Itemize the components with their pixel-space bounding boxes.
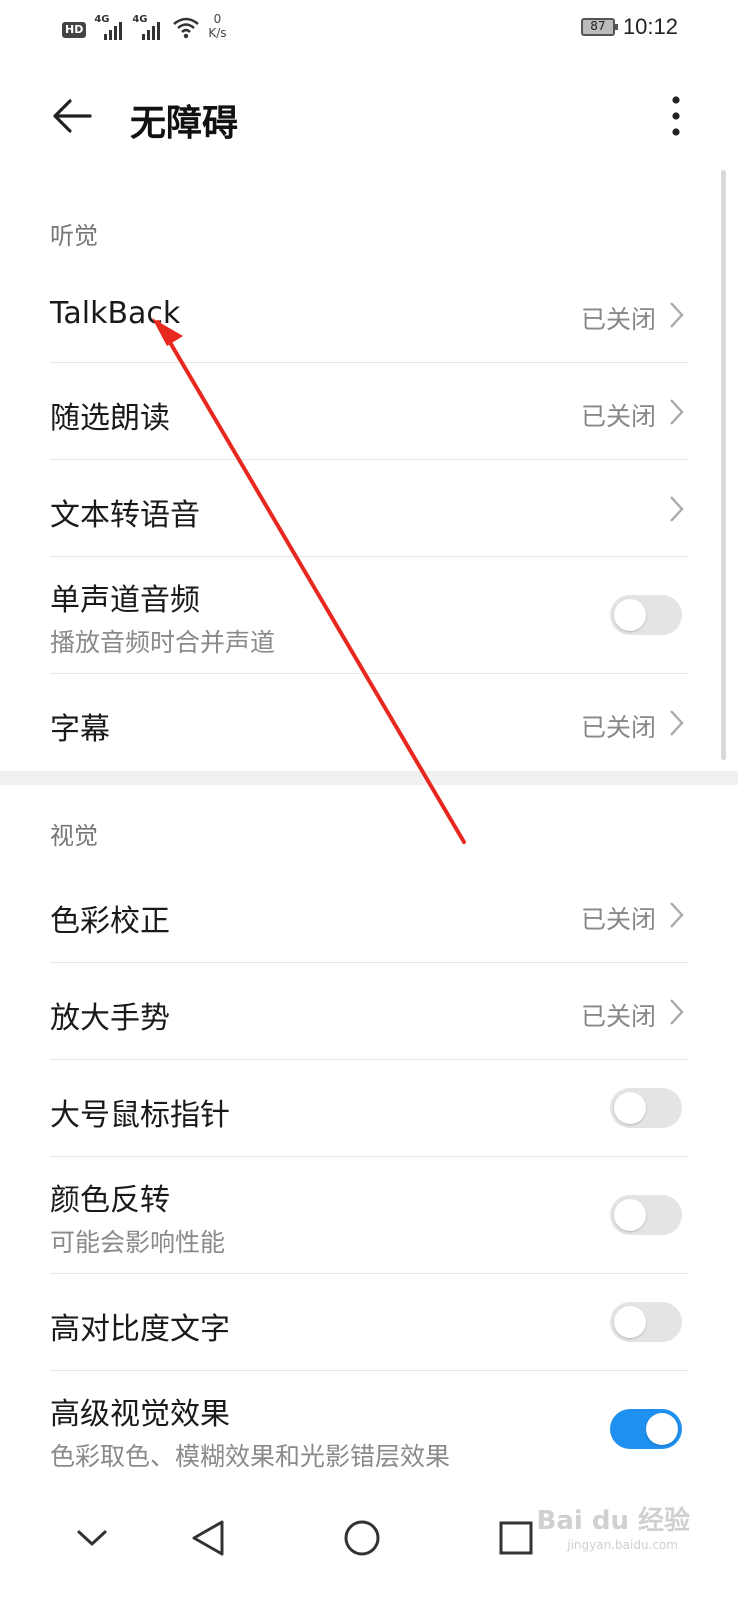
large-pointer-toggle[interactable] [610, 1088, 682, 1128]
setting-large-pointer: 大号鼠标指针 [50, 1060, 688, 1157]
toggle-knob [614, 1199, 646, 1231]
setting-label: TalkBack [50, 296, 181, 331]
setting-magnification-gesture[interactable]: 放大手势 已关闭 [50, 963, 688, 1060]
status-bar: HD 4G 4G 0 K/s 87 10:12 [0, 0, 738, 60]
setting-label: 文本转语音 [50, 498, 200, 533]
setting-color-correction[interactable]: 色彩校正 已关闭 [50, 866, 688, 963]
color-inversion-toggle[interactable] [610, 1195, 682, 1235]
setting-subtitle: 播放音频时合并声道 [50, 628, 276, 657]
toggle-knob [614, 599, 646, 631]
section-title-hearing: 听觉 [50, 222, 98, 250]
net-speed-unit: K/s [208, 26, 227, 40]
chevron-right-icon [670, 902, 684, 928]
back-triangle-icon[interactable] [178, 1508, 238, 1568]
setting-label: 大号鼠标指针 [50, 1098, 230, 1133]
setting-subtitle: 可能会影响性能 [50, 1228, 226, 1257]
advanced-visual-effects-toggle[interactable] [610, 1409, 682, 1449]
watermark-url: jingyan.baidu.com [567, 1538, 678, 1552]
signal-icon-2: 4G [132, 14, 162, 40]
signal-icon: 4G [94, 14, 124, 40]
page-title: 无障碍 [130, 103, 239, 144]
setting-text-to-speech[interactable]: 文本转语音 [50, 460, 688, 557]
setting-subtitle: 色彩取色、模糊效果和光影错层效果 [50, 1442, 451, 1471]
toggle-knob [646, 1413, 678, 1445]
setting-value: 已关闭 [580, 713, 656, 742]
arrow-left-icon[interactable] [48, 92, 96, 140]
app-bar: 无障碍 [0, 80, 738, 152]
hd-icon: HD [62, 22, 87, 38]
setting-label: 高级视觉效果 [50, 1397, 230, 1432]
setting-talkback[interactable]: TalkBack 已关闭 [50, 266, 688, 363]
setting-label: 放大手势 [50, 1001, 170, 1036]
setting-value: 已关闭 [580, 905, 656, 934]
chevron-right-icon [670, 496, 684, 522]
clock: 10:12 [622, 14, 678, 39]
battery-icon: 87 [580, 18, 618, 36]
high-contrast-toggle[interactable] [610, 1302, 682, 1342]
setting-value: 已关闭 [580, 305, 656, 334]
chevron-down-icon[interactable] [62, 1508, 122, 1568]
setting-label: 色彩校正 [50, 904, 170, 939]
battery-level: 87 [590, 19, 606, 33]
setting-value: 已关闭 [580, 1002, 656, 1031]
setting-select-to-speak[interactable]: 随选朗读 已关闭 [50, 363, 688, 460]
setting-label: 单声道音频 [50, 583, 200, 618]
net-speed-value: 0 [213, 12, 222, 26]
section-title-vision: 视觉 [50, 822, 98, 850]
setting-label: 高对比度文字 [50, 1312, 230, 1347]
chevron-right-icon [670, 399, 684, 425]
setting-captions[interactable]: 字幕 已关闭 [50, 674, 688, 771]
setting-label: 随选朗读 [50, 401, 170, 436]
setting-advanced-visual-effects: 高级视觉效果 色彩取色、模糊效果和光影错层效果 [50, 1371, 688, 1488]
scrollbar[interactable] [721, 170, 726, 760]
setting-label: 颜色反转 [50, 1183, 170, 1218]
wifi-icon [173, 17, 200, 39]
section-separator [0, 771, 738, 785]
toggle-knob [614, 1306, 646, 1338]
mono-audio-toggle[interactable] [610, 595, 682, 635]
home-circle-icon[interactable] [332, 1508, 392, 1568]
net-speed: 0 K/s [208, 12, 226, 40]
setting-mono-audio: 单声道音频 播放音频时合并声道 [50, 557, 688, 674]
setting-label: 字幕 [50, 712, 110, 747]
watermark-logo: Bai du 经验 [536, 1506, 691, 1536]
setting-value: 已关闭 [580, 402, 656, 431]
more-vertical-icon[interactable] [664, 94, 688, 138]
toggle-knob [614, 1092, 646, 1124]
chevron-right-icon [670, 999, 684, 1025]
chevron-right-icon [670, 710, 684, 736]
setting-high-contrast-text: 高对比度文字 [50, 1274, 688, 1371]
setting-color-inversion: 颜色反转 可能会影响性能 [50, 1157, 688, 1274]
chevron-right-icon [670, 302, 684, 328]
